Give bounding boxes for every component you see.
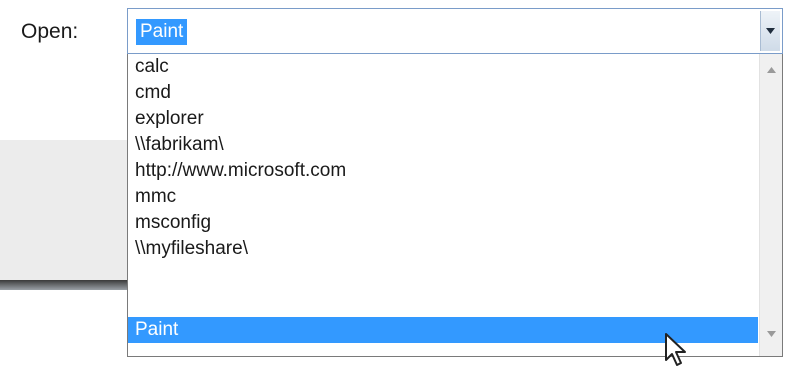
- background-dialog-panel: [0, 140, 130, 288]
- list-item[interactable]: msconfig: [128, 210, 758, 236]
- list-item[interactable]: \\myfileshare\: [128, 236, 758, 262]
- list-item[interactable]: calc: [128, 54, 758, 80]
- list-item[interactable]: explorer: [128, 106, 758, 132]
- mouse-pointer-icon: [665, 333, 686, 366]
- open-dropdown-list[interactable]: calc cmd explorer \\fabrikam\ http://www…: [127, 54, 783, 357]
- open-label: Open:: [21, 20, 79, 43]
- dropdown-scrollbar[interactable]: [759, 54, 782, 356]
- combobox-dropdown-button[interactable]: [760, 11, 780, 51]
- scroll-up-button[interactable]: [760, 60, 782, 80]
- scroll-down-button[interactable]: [760, 324, 782, 344]
- scroll-down-arrow-icon: [766, 331, 776, 337]
- open-combobox-value[interactable]: Paint: [136, 19, 188, 45]
- background-dialog-edge: [0, 280, 130, 290]
- list-item[interactable]: http://www.microsoft.com: [128, 158, 758, 184]
- list-item[interactable]: cmd: [128, 80, 758, 106]
- list-item[interactable]: mmc: [128, 184, 758, 210]
- dropdown-items: calc cmd explorer \\fabrikam\ http://www…: [128, 54, 758, 262]
- chevron-down-icon: [766, 28, 775, 34]
- list-item[interactable]: \\fabrikam\: [128, 132, 758, 158]
- scroll-up-arrow-icon: [766, 67, 776, 73]
- open-combobox[interactable]: Paint: [127, 8, 783, 54]
